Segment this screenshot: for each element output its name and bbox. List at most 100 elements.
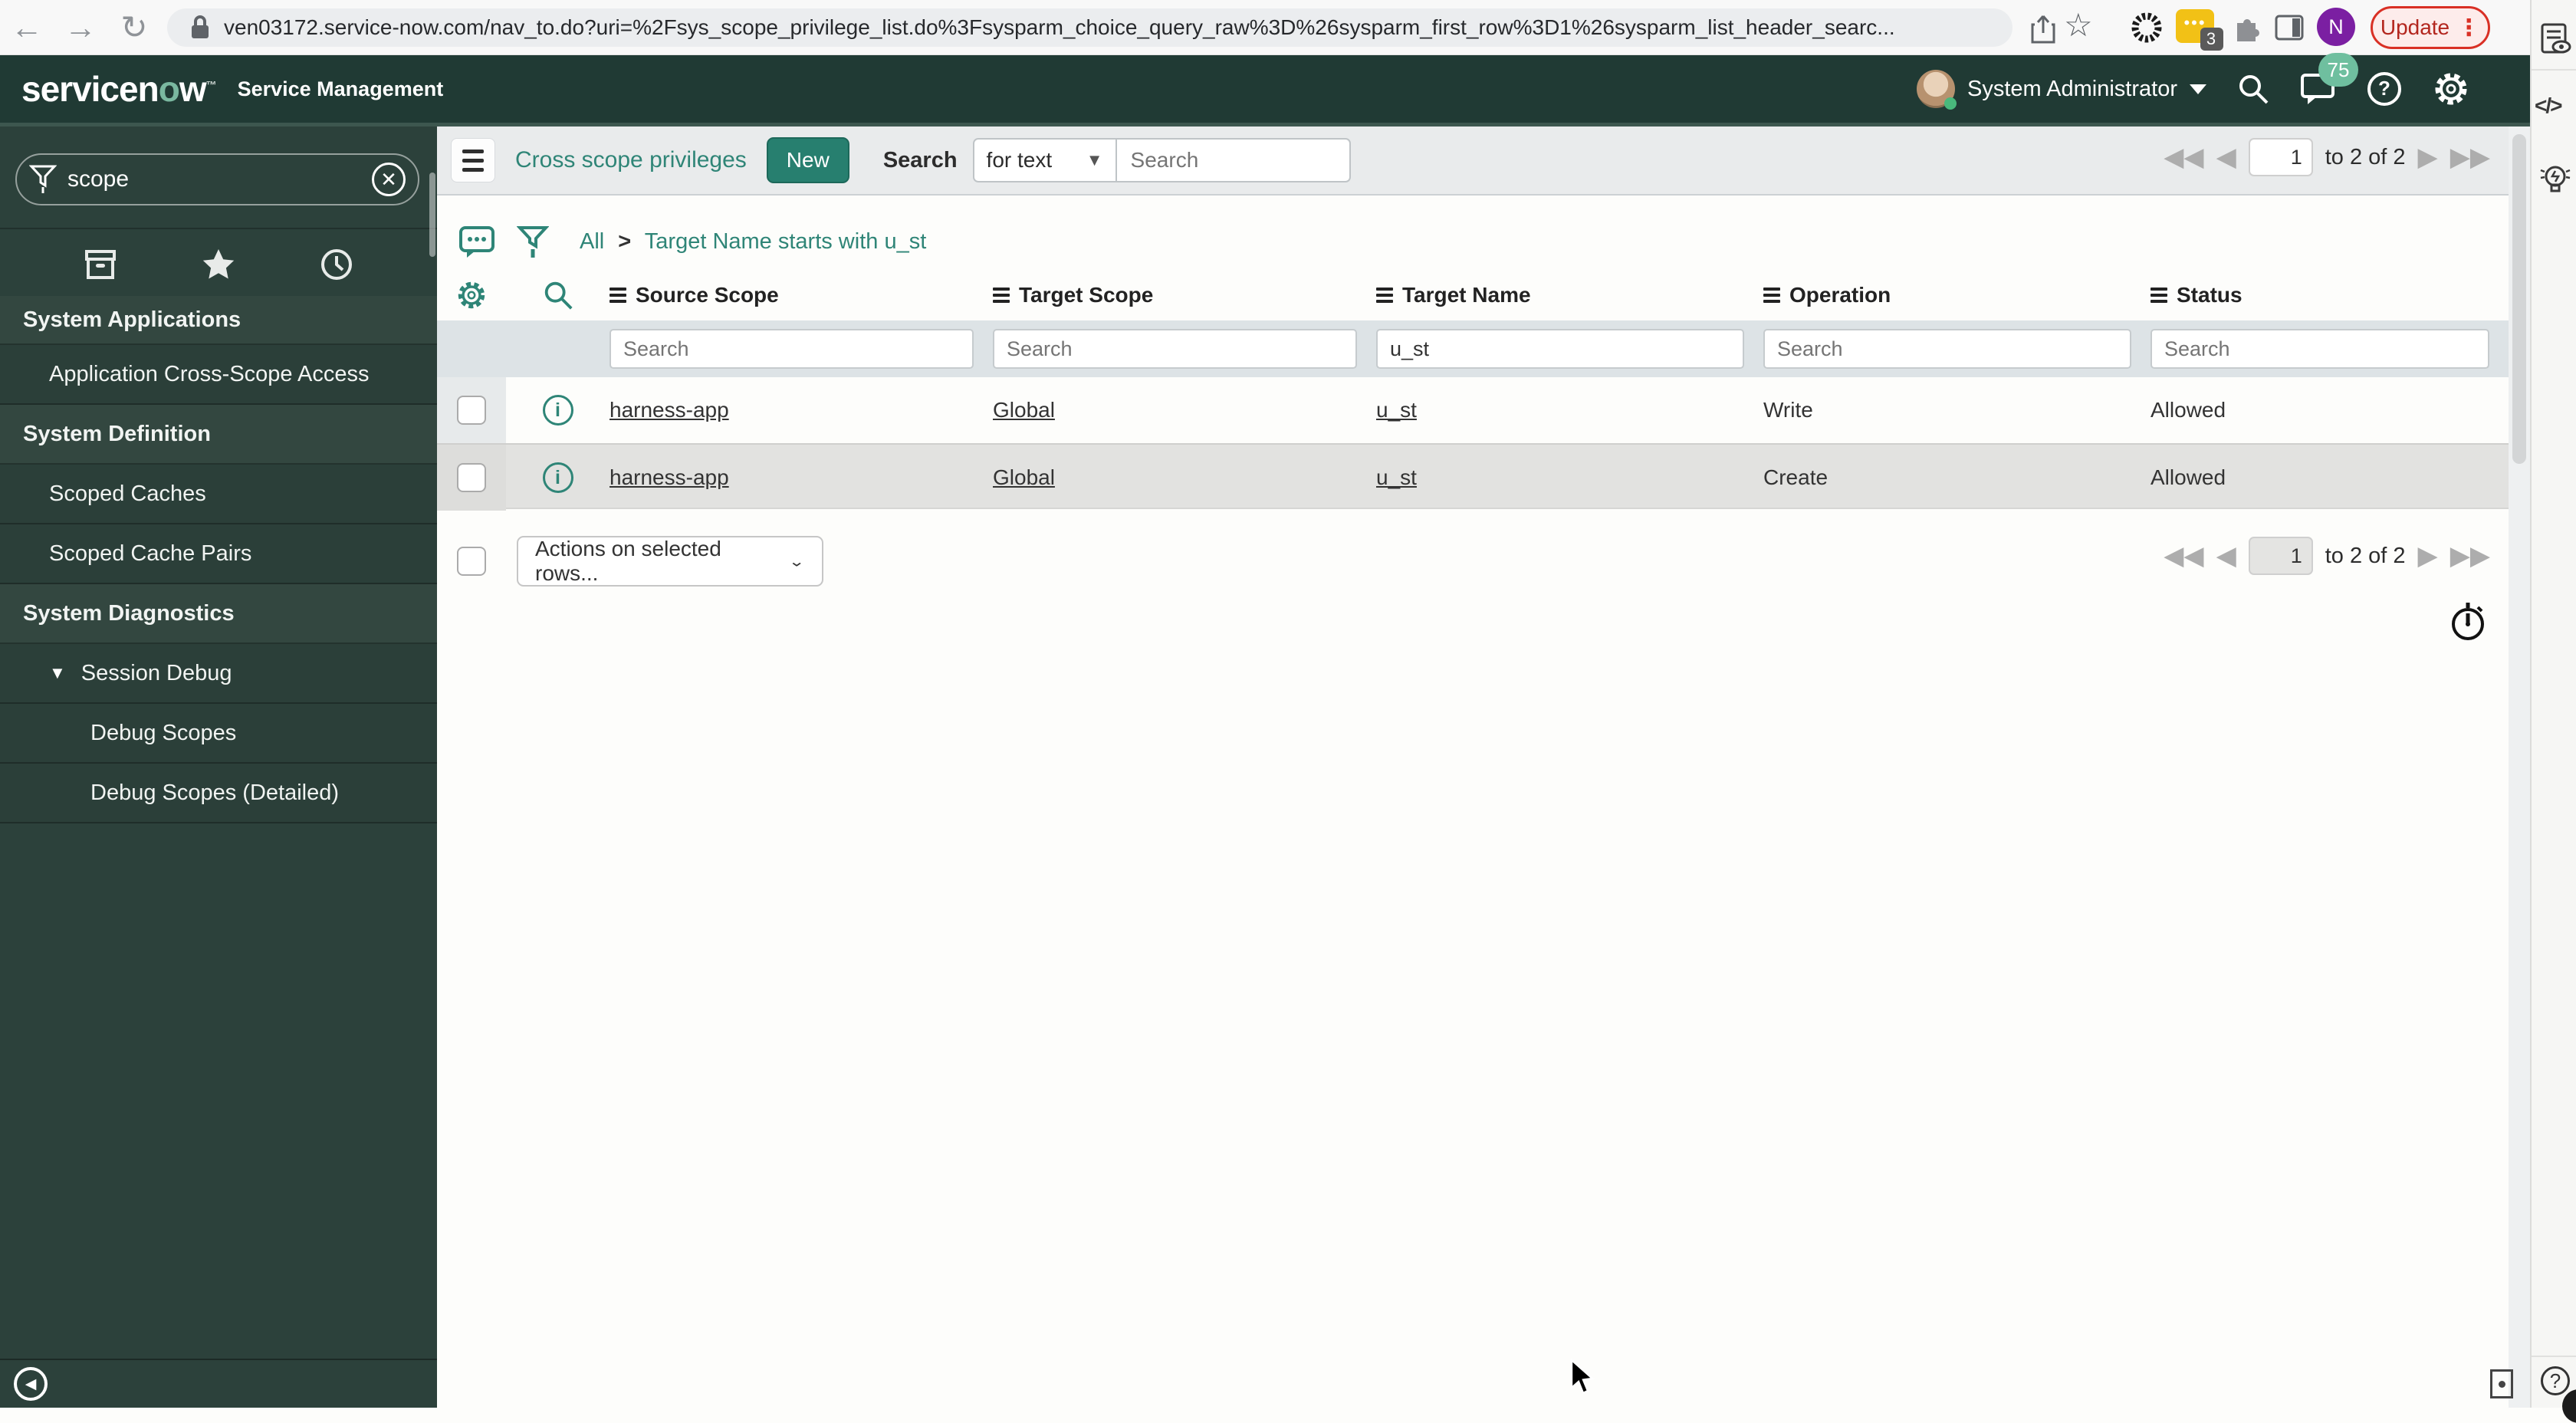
- record-info-icon[interactable]: i: [542, 395, 573, 426]
- cell-target-name-link[interactable]: u_st: [1376, 465, 1763, 490]
- page-scrollbar[interactable]: [2509, 127, 2530, 1408]
- list-settings-gear-icon[interactable]: [437, 279, 506, 311]
- idea-lightbulb-icon[interactable]: [2538, 161, 2573, 199]
- expand-caret-icon[interactable]: ▼: [49, 663, 66, 683]
- scrollbar-thumb[interactable]: [2512, 134, 2526, 464]
- extensions-puzzle-icon[interactable]: [2231, 12, 2262, 43]
- nav-section-system-diagnostics[interactable]: System Diagnostics: [0, 584, 437, 644]
- clear-filter-icon[interactable]: ✕: [372, 163, 406, 196]
- cell-target-scope-link[interactable]: Global: [993, 398, 1376, 422]
- browser-reload-button[interactable]: ↻: [107, 8, 161, 46]
- user-avatar: [1917, 70, 1957, 110]
- code-panel-icon[interactable]: </>: [2535, 94, 2563, 118]
- side-panel-icon[interactable]: [2274, 12, 2305, 43]
- all-applications-tab[interactable]: [84, 248, 117, 281]
- column-menu-icon[interactable]: [993, 288, 1010, 303]
- row-checkbox[interactable]: [457, 463, 486, 492]
- pagination-bottom: ◀◀ ◀ to 2 of 2 ▶ ▶▶: [2164, 537, 2490, 575]
- nav-item-debug-scopes-detailed[interactable]: Debug Scopes (Detailed): [0, 764, 437, 823]
- extension-spinner-icon[interactable]: [2130, 11, 2164, 44]
- response-time-stopwatch-icon[interactable]: [2449, 600, 2487, 642]
- column-header-source-scope[interactable]: Source Scope: [610, 283, 993, 307]
- global-search-icon[interactable]: [2236, 71, 2271, 107]
- column-header-target-scope[interactable]: Target Scope: [993, 283, 1376, 307]
- next-page-button[interactable]: ▶: [2418, 543, 2438, 569]
- nav-item-scoped-caches[interactable]: Scoped Caches: [0, 465, 437, 524]
- cell-target-scope-link[interactable]: Global: [993, 465, 1376, 490]
- extension-yellow-icon[interactable]: ••• 3: [2176, 9, 2223, 51]
- nav-item-application-cross-scope-access[interactable]: Application Cross-Scope Access: [0, 345, 437, 405]
- filter-operation-input[interactable]: [1763, 329, 2131, 369]
- product-name: Service Management: [237, 77, 444, 100]
- column-menu-icon[interactable]: [1376, 288, 1393, 303]
- filter-status-input[interactable]: [2150, 329, 2489, 369]
- cell-source-scope-link[interactable]: harness-app: [610, 398, 993, 422]
- favorites-tab[interactable]: [201, 248, 236, 281]
- column-menu-icon[interactable]: [1763, 288, 1780, 303]
- cell-source-scope-link[interactable]: harness-app: [610, 465, 993, 490]
- list-title-link[interactable]: Cross scope privileges: [515, 147, 747, 173]
- list-context-menu-button[interactable]: [451, 138, 495, 182]
- browser-forward-button[interactable]: →: [54, 9, 107, 46]
- nav-item-debug-scopes[interactable]: Debug Scopes: [0, 704, 437, 764]
- search-mode-select[interactable]: for text ▼: [972, 138, 1117, 182]
- cell-target-name-link[interactable]: u_st: [1376, 398, 1763, 422]
- column-menu-icon[interactable]: [610, 288, 626, 303]
- first-page-button[interactable]: ◀ ◀: [2164, 543, 2203, 569]
- list-chat-icon[interactable]: [458, 224, 495, 261]
- row-checkbox[interactable]: [457, 396, 486, 425]
- servicenow-logo[interactable]: servicenow™: [21, 68, 217, 110]
- column-header-operation[interactable]: Operation: [1763, 283, 2150, 307]
- new-record-button[interactable]: New: [766, 137, 849, 183]
- filter-target-name-input[interactable]: [1376, 329, 1744, 369]
- page-number-input[interactable]: [2248, 537, 2313, 575]
- column-header-target-name[interactable]: Target Name: [1376, 283, 1763, 307]
- history-tab[interactable]: [320, 248, 353, 281]
- sidebar-scrollbar[interactable]: [429, 173, 435, 257]
- list-search-input[interactable]: [1116, 138, 1351, 182]
- column-search-toggle-icon[interactable]: [506, 278, 610, 312]
- breadcrumb-separator: >: [618, 229, 632, 254]
- scroll-corner-icon[interactable]: [2490, 1369, 2513, 1398]
- filter-funnel-icon[interactable]: [517, 224, 549, 261]
- nav-section-system-applications[interactable]: System Applications: [0, 296, 437, 345]
- panel-help-icon[interactable]: ?: [2541, 1366, 2570, 1395]
- corner-widget[interactable]: [2562, 1389, 2576, 1423]
- page-number-input[interactable]: [2248, 138, 2313, 176]
- select-all-checkbox[interactable]: [457, 547, 486, 576]
- browser-profile-avatar[interactable]: N: [2317, 8, 2355, 46]
- previous-page-button[interactable]: ◀: [2216, 543, 2236, 569]
- breadcrumb-filter-link[interactable]: Target Name starts with u_st: [645, 229, 926, 254]
- browser-back-button[interactable]: ←: [0, 9, 54, 46]
- nav-item-scoped-cache-pairs[interactable]: Scoped Cache Pairs: [0, 524, 437, 584]
- column-header-status[interactable]: Status: [2150, 283, 2509, 307]
- breadcrumb-all-link[interactable]: All: [580, 229, 604, 254]
- user-menu[interactable]: System Administrator: [1917, 70, 2206, 110]
- address-bar[interactable]: ven03172.service-now.com/nav_to.do?uri=%…: [167, 8, 2013, 47]
- browser-menu-kebab-icon[interactable]: ⋮: [2457, 15, 2480, 41]
- next-page-button[interactable]: ▶: [2418, 144, 2438, 170]
- filter-funnel-icon: [29, 163, 57, 196]
- sidebar-footer: ◀: [0, 1359, 437, 1408]
- browser-update-button[interactable]: Update ⋮: [2371, 6, 2490, 49]
- last-page-button[interactable]: ▶ ▶: [2450, 144, 2490, 170]
- bookmark-star-icon[interactable]: ☆: [2064, 6, 2093, 44]
- help-icon[interactable]: ?: [2366, 71, 2403, 107]
- record-info-icon[interactable]: i: [542, 462, 573, 493]
- previous-page-button[interactable]: ◀: [2216, 144, 2236, 170]
- collapse-sidebar-button[interactable]: ◀: [14, 1367, 48, 1401]
- filter-source-scope-input[interactable]: [610, 329, 974, 369]
- nav-section-system-definition[interactable]: System Definition: [0, 405, 437, 465]
- last-page-button[interactable]: ▶ ▶: [2450, 543, 2490, 569]
- navigator-filter-input[interactable]: [67, 166, 343, 192]
- first-page-button[interactable]: ◀ ◀: [2164, 144, 2203, 170]
- conversations-icon[interactable]: 75: [2300, 53, 2358, 107]
- reader-preview-icon[interactable]: [2538, 21, 2573, 57]
- share-icon[interactable]: [2030, 14, 2056, 44]
- actions-on-selected-rows-select[interactable]: Actions on selected rows... ⌄: [517, 536, 823, 587]
- column-menu-icon[interactable]: [2150, 288, 2167, 303]
- nav-item-session-debug[interactable]: ▼ Session Debug: [0, 644, 437, 704]
- navigator-filter-box[interactable]: ✕: [15, 153, 419, 205]
- settings-gear-icon[interactable]: [2432, 70, 2470, 108]
- filter-target-scope-input[interactable]: [993, 329, 1357, 369]
